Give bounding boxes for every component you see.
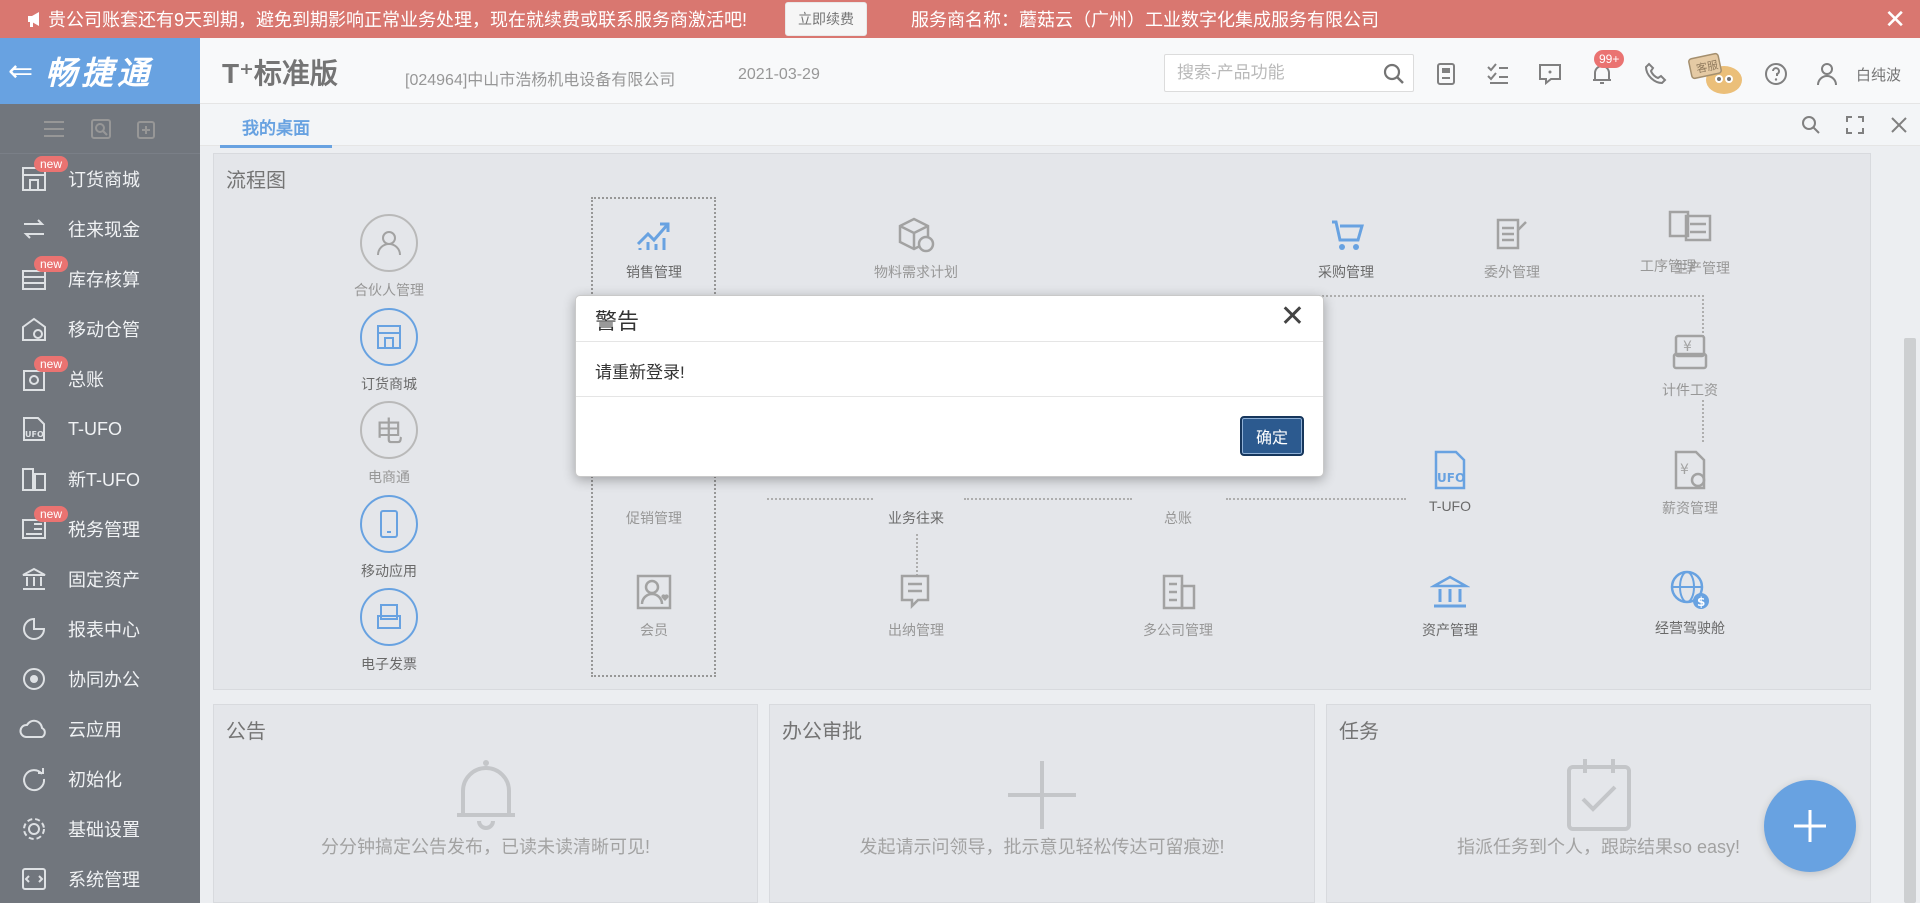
dialog-close-icon[interactable]: ✕	[1280, 302, 1305, 332]
dialog-message: 请重新登录!	[595, 363, 685, 382]
confirm-button[interactable]: 确定	[1240, 416, 1304, 456]
divider	[576, 396, 1323, 397]
warning-dialog: 警告 ✕ 请重新登录! 确定	[575, 295, 1324, 477]
dialog-title: 警告	[595, 309, 640, 334]
divider	[576, 341, 1323, 342]
